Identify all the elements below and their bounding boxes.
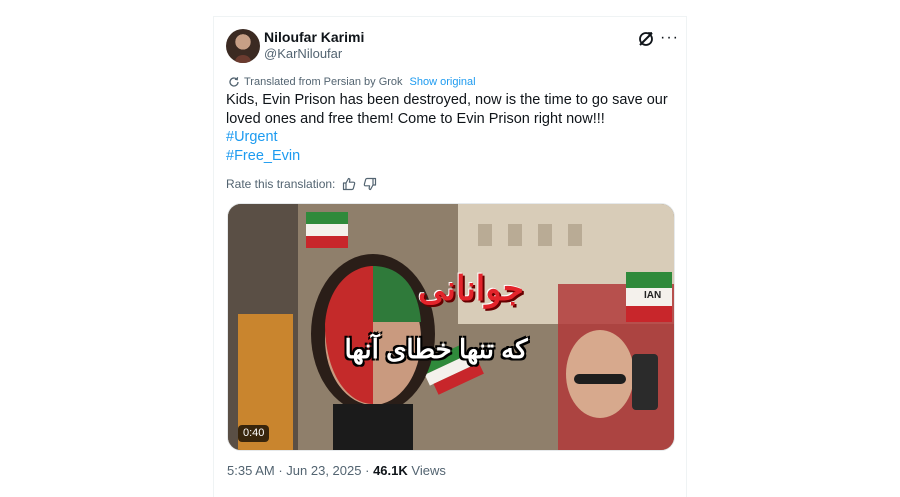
translation-label: Translated from Persian by Grok bbox=[244, 76, 403, 88]
grok-icon[interactable] bbox=[637, 30, 655, 48]
video-duration-badge: 0:40 bbox=[238, 425, 270, 442]
rate-translation: Rate this translation: bbox=[226, 177, 377, 191]
views-count: 46.1K bbox=[373, 463, 408, 478]
video-player[interactable]: جوانانی که تنها خطای آنها IAN 0:40 bbox=[227, 203, 675, 451]
author-name[interactable]: Niloufar Karimi bbox=[264, 29, 364, 46]
tweet-date[interactable]: Jun 23, 2025 bbox=[286, 463, 361, 478]
tweet-card: Niloufar Karimi @KarNiloufar ··· Transla… bbox=[213, 16, 687, 497]
translation-notice: Translated from Persian by Grok Show ori… bbox=[228, 75, 476, 89]
hashtag-free-evin[interactable]: #Free_Evin bbox=[226, 147, 671, 166]
tweet-text: Kids, Evin Prison has been destroyed, no… bbox=[226, 92, 668, 127]
thumbs-down-icon[interactable] bbox=[363, 177, 377, 191]
translate-icon bbox=[229, 77, 239, 87]
tweet-text-block: Kids, Evin Prison has been destroyed, no… bbox=[226, 91, 671, 165]
thumbs-up-icon[interactable] bbox=[342, 177, 356, 191]
more-icon[interactable]: ··· bbox=[660, 29, 679, 47]
flag-text: IAN bbox=[644, 290, 662, 301]
avatar[interactable] bbox=[226, 29, 260, 63]
views-label: Views bbox=[411, 463, 446, 478]
meta-separator: · bbox=[365, 463, 370, 478]
meta-separator: · bbox=[278, 463, 283, 478]
video-overlay-subtitle: که تنها خطای آنها bbox=[344, 334, 528, 364]
rate-label: Rate this translation: bbox=[226, 177, 336, 191]
video-overlay-title: جوانانی bbox=[418, 270, 524, 308]
show-original-link[interactable]: Show original bbox=[410, 75, 476, 89]
video-thumbnail bbox=[228, 204, 674, 450]
tweet-time[interactable]: 5:35 AM bbox=[227, 463, 275, 478]
tweet-meta: 5:35 AM · Jun 23, 2025 · 46.1K Views bbox=[227, 463, 446, 479]
hashtag-urgent[interactable]: #Urgent bbox=[226, 128, 671, 147]
author-handle[interactable]: @KarNiloufar bbox=[264, 46, 342, 62]
